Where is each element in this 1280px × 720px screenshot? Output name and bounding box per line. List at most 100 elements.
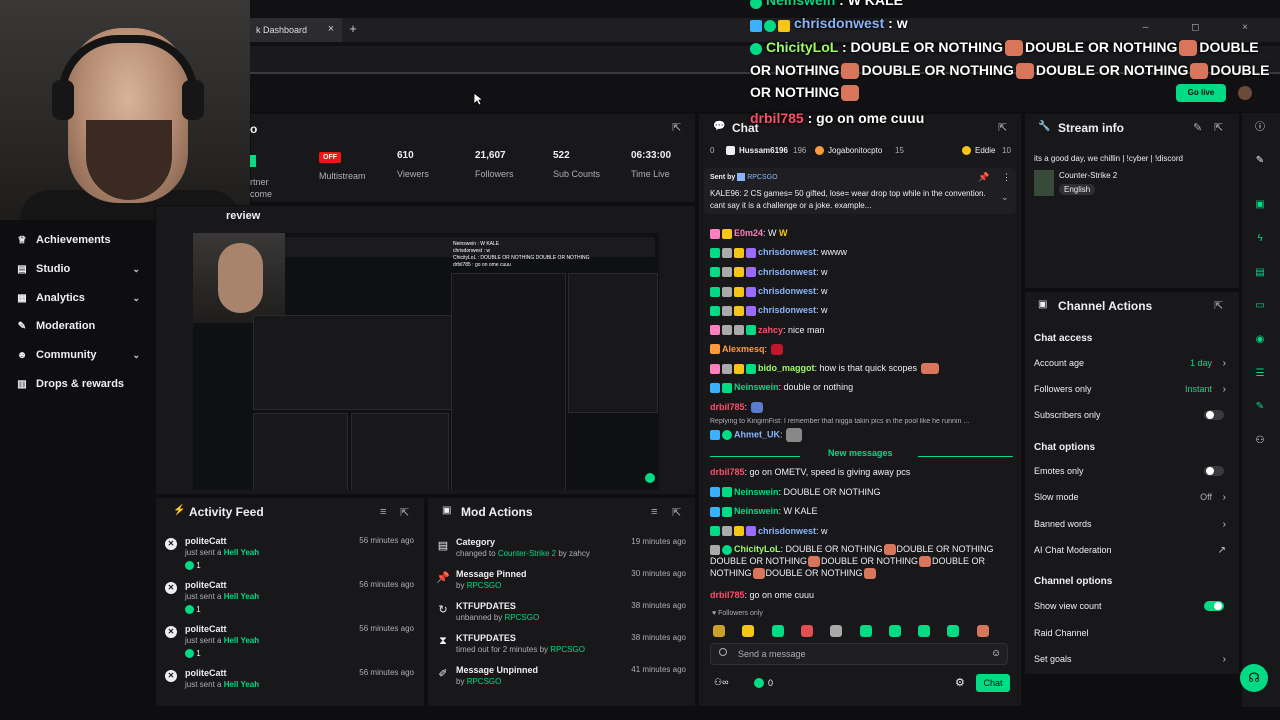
set-goals-row[interactable]: Set goals › [1034, 649, 1230, 669]
badge-icon [710, 487, 720, 498]
chat-message: chrisdonwest: w [710, 285, 1010, 297]
activity-feed-item[interactable]: ✕ politeCatt just sent a Hell Yeah 56 minut… [163, 668, 418, 712]
edit-icon[interactable]: ✎ [1252, 153, 1268, 169]
slow-mode-row[interactable]: Slow mode Off › [1034, 487, 1230, 507]
chat-bubble-icon[interactable]: ▭ [1252, 298, 1268, 314]
chevron-right-icon: › [1222, 491, 1226, 503]
activity-feed-item[interactable]: ✕ politeCatt just sent a Hell Yeah 56 minut… [163, 624, 418, 668]
subscribers-only-toggle[interactable] [1204, 410, 1224, 420]
preview-mod-actions [351, 413, 449, 490]
emote-shortcut-icon[interactable] [859, 625, 872, 637]
channel-points-icon[interactable] [754, 678, 764, 688]
clipboard-icon[interactable]: ▤ [1252, 265, 1268, 281]
emote-shortcut-icon[interactable] [742, 625, 755, 637]
mod-action-item[interactable]: ▤ Category changed to Counter-Strike 2 by … [434, 537, 690, 569]
camera-icon[interactable]: ▣ [1252, 197, 1268, 213]
more-options-icon[interactable]: ⋮ [1002, 172, 1011, 183]
emotes-only-row[interactable]: Emotes only [1034, 461, 1230, 481]
sidebar-item-label: Drops & rewards [36, 378, 125, 390]
banned-words-row[interactable]: Banned words › [1034, 514, 1230, 534]
divider [918, 456, 1013, 457]
badge-icon [710, 526, 720, 537]
emote-shortcut-icon[interactable] [918, 625, 931, 637]
badge-icon [710, 286, 720, 297]
feed-time: 56 minutes ago [359, 668, 414, 677]
filter-icon[interactable]: ≡ [651, 506, 657, 518]
emote-shortcut-icon[interactable] [713, 625, 725, 637]
emote-shortcut-icon[interactable] [830, 625, 843, 637]
partner-label: rtner come [250, 177, 273, 199]
overlay-message: OR NOTHING DOUBLE OR NOTHING DOUBLE OR NOT… [750, 61, 1270, 80]
sidebar-item-drops[interactable]: ▥ Drops & rewards [16, 372, 146, 396]
popout-icon[interactable]: ⇱ [672, 121, 681, 134]
emote-icon [863, 568, 876, 580]
stream-chat-overlay: Neinswein : W KALE chrisdonwest : w Chic… [750, 0, 1280, 129]
mod-action-detail: by RPCSGO [456, 677, 502, 686]
emote-picker-icon[interactable]: ☺ [991, 648, 1001, 659]
gift-icon: ✕ [165, 670, 177, 682]
filter-icon[interactable]: ≡ [380, 506, 386, 518]
broadcast-icon[interactable]: ◉ [1252, 332, 1268, 348]
subscribers-only-row[interactable]: Subscribers only [1034, 405, 1230, 425]
community-icon[interactable]: ⚇ [1252, 433, 1268, 449]
sidebar-item-achievements[interactable]: ♕ Achievements [16, 228, 146, 252]
pin-icon[interactable]: 📌 [978, 172, 989, 183]
emote-shortcut-icon[interactable] [888, 625, 901, 637]
emote-shortcut-icon[interactable] [771, 625, 784, 637]
sidebar-item-analytics[interactable]: ▦ Analytics ⌄ [16, 286, 146, 310]
sidebar-item-moderation[interactable]: ✎ Moderation [16, 314, 146, 338]
activity-feed-item[interactable]: ✕ politeCatt just sent a Hell Yeah 56 minut… [163, 536, 418, 580]
ai-moderation-row[interactable]: AI Chat Moderation ↗ [1034, 540, 1230, 560]
popout-icon[interactable]: ⇱ [1214, 299, 1223, 312]
help-headset-icon[interactable]: ☊ [1240, 664, 1268, 692]
account-age-row[interactable]: Account age 1 day › [1034, 353, 1230, 373]
stat-value: 21,607 [475, 150, 506, 161]
unban-icon: ↻ [438, 604, 448, 616]
followers-only-row[interactable]: Followers only Instant › [1034, 379, 1230, 399]
emote-icon [920, 363, 939, 375]
mod-action-item[interactable]: 📌 Message Pinned by RPCSGO 30 minutes ago [434, 569, 690, 601]
lightning-icon[interactable]: ϟ [1252, 231, 1268, 247]
chat-input-placeholder: Send a message [738, 649, 806, 659]
sidebar-item-label: Studio [36, 263, 71, 275]
show-view-count-toggle[interactable] [1204, 601, 1224, 611]
stream-preview-video[interactable]: Neinswein : W KALE chrisdonwest : w Chicit… [193, 233, 659, 490]
activity-feed-item[interactable]: ✕ politeCatt just sent a Hell Yeah 56 minut… [163, 580, 418, 624]
settings-gear-icon[interactable]: ⚙ [955, 676, 965, 689]
mod-action-detail: timed out for 2 minutes by RPCSGO [456, 645, 585, 654]
show-view-count-row[interactable]: Show view count [1034, 596, 1230, 616]
community-icon[interactable]: ⚇∞ [714, 677, 728, 688]
feed-username: politeCatt [185, 668, 227, 678]
mod-action-item[interactable]: ✐ Message Unpinned by RPCSGO 41 minutes ag… [434, 665, 690, 697]
mod-action-time: 41 minutes ago [631, 665, 686, 674]
tab-close-icon[interactable]: × [324, 22, 338, 36]
badge-icon [734, 363, 744, 374]
badge-icon [710, 228, 720, 239]
emote-shortcut-icon[interactable] [976, 625, 989, 637]
new-tab-button[interactable]: + [346, 22, 360, 36]
mod-action-item[interactable]: ⧗ KTFUPDATES timed out for 2 minutes by RP… [434, 633, 690, 665]
popout-icon[interactable]: ⇱ [672, 506, 681, 519]
chevron-down-icon[interactable]: ⌄ [1001, 192, 1009, 203]
stat-multistream[interactable]: OFF Multistream [319, 150, 399, 181]
chat-message: Neinswein: W KALE [710, 505, 1010, 517]
sidebar-item-community[interactable]: ☻ Community ⌄ [16, 343, 146, 367]
mod-action-item[interactable]: ↻ KTFUPDATES unbanned by RPCSGO 38 minutes… [434, 601, 690, 633]
wrench-icon[interactable]: ✎ [1252, 399, 1268, 415]
emote-shortcut-icon[interactable] [947, 625, 960, 637]
popout-icon[interactable]: ⇱ [400, 506, 409, 519]
preview-panel-a [253, 315, 453, 410]
list-icon[interactable]: ☰ [1252, 366, 1268, 382]
leaderboard-count: 196 [793, 146, 807, 155]
pin-icon: 📌 [436, 572, 450, 584]
badge-icon [710, 544, 720, 555]
emote-icon [1015, 63, 1034, 80]
sidebar-item-studio[interactable]: ▤ Studio ⌄ [16, 257, 146, 281]
emotes-only-toggle[interactable] [1204, 466, 1224, 476]
stream-preview-title: review [226, 210, 261, 222]
chat-send-button[interactable]: Chat [976, 674, 1010, 692]
emote-shortcut-icon[interactable] [800, 625, 813, 637]
emote-icon [841, 85, 860, 102]
raid-channel-row[interactable]: Raid Channel [1034, 623, 1230, 643]
feed-count: 1 [185, 649, 201, 659]
